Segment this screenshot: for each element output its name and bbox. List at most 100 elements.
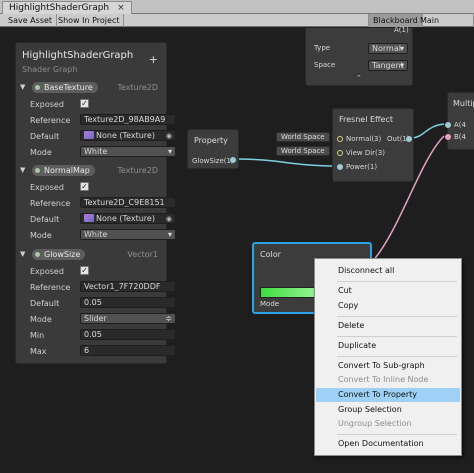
menu-item-ungroup-selection: Ungroup Selection [338,419,412,428]
color-swatch[interactable] [260,287,320,298]
collapse-chevron-icon[interactable]: ⌃ [356,74,362,82]
default-row: Default None (Texture) ◉ [16,129,176,143]
menu-item-group-selection[interactable]: Group Selection [316,403,460,417]
menu-item-convert-to-property[interactable]: Convert To Property [316,388,460,402]
viewdir-input-port[interactable] [337,150,343,156]
multiply-node[interactable]: Multip A(4 B(4 [445,92,474,150]
context-menu: Disconnect all Cut Copy Delete Duplicate… [314,258,462,456]
property-type: Texture2D [117,166,158,175]
reference-field[interactable]: Texture2D_C9E8151 [80,197,176,208]
normal-input-label: Normal(3) [346,135,382,143]
mode-dropdown-value: Slider [84,314,107,323]
mode-row: Mode Slider [16,312,176,326]
menu-item-disconnect-all[interactable]: Disconnect all [316,264,460,278]
min-field[interactable]: 0.05 [80,329,176,340]
property-node-output-label: GlowSize(1) [192,157,234,165]
property-type: Vector1 [127,250,158,259]
max-row: Max 6 [16,344,176,358]
default-value-field[interactable]: 0.05 [80,297,176,308]
mode-row: Mode White [16,228,176,242]
type-label: Type [314,44,331,52]
property-header-basetexture[interactable]: ▼ BaseTexture Texture2D [16,81,166,95]
reference-label: Reference [30,283,71,292]
property-header-glowsize[interactable]: ▼ GlowSize Vector1 [16,248,166,262]
property-name: BaseTexture [44,83,93,92]
property-output-port[interactable] [230,157,236,163]
object-picker-icon[interactable]: ◉ [166,131,172,140]
color-mode-label: Mode [260,300,280,308]
exposed-checkbox[interactable]: ✓ [80,182,89,191]
type-dropdown[interactable]: Normal [368,43,408,54]
menu-item-delete[interactable]: Delete [316,319,460,333]
blackboard-subtitle: Shader Graph [22,65,78,74]
mode-dropdown[interactable]: White [80,146,176,157]
default-texture-field[interactable]: None (Texture) ◉ [80,213,176,224]
viewdir-space-chip[interactable]: World Space [276,146,330,156]
power-input-port[interactable] [337,164,343,170]
top-node-output-label: A(1) [394,26,409,34]
menu-separator [337,356,457,357]
min-label: Min [30,331,45,340]
normal-space-chip[interactable]: World Space [276,132,330,142]
exposed-row: Exposed ✓ [16,97,166,111]
multiply-a-label: A(4 [454,121,466,129]
reference-row: Reference Vector1_7F720DDF [16,280,176,294]
default-label: Default [30,215,60,224]
expand-arrow-icon[interactable]: ▼ [20,250,25,258]
normal-input-port[interactable] [337,136,343,142]
mode-dropdown[interactable]: Slider [80,313,176,324]
exposed-checkbox[interactable]: ✓ [80,99,89,108]
default-row: Default None (Texture) ◉ [16,212,176,226]
fresnel-effect-node[interactable]: Fresnel Effect Normal(3) View Dir(3) Pow… [332,108,414,182]
power-input-label: Power(1) [346,163,378,171]
property-node[interactable]: Property GlowSize(1) [187,129,239,169]
default-row: Default 0.05 [16,296,176,310]
color-node-title: Color [260,250,281,259]
top-node[interactable]: A(1) Type Normal Space Tangent ⌃ [305,26,413,86]
edge-fresnel-to-multiply [409,123,445,139]
property-header-normalmap[interactable]: ▼ NormalMap Texture2D [16,164,166,178]
menu-separator [337,434,457,435]
property-name: NormalMap [44,166,90,175]
exposed-label: Exposed [30,183,64,192]
exposed-checkbox[interactable]: ✓ [80,266,89,275]
reference-label: Reference [30,116,71,125]
reference-field[interactable]: Texture2D_98AB9A9 [80,114,176,125]
menu-item-convert-to-subgraph[interactable]: Convert To Sub-graph [316,359,460,373]
max-field[interactable]: 6 [80,345,176,356]
mode-dropdown-value: White [84,230,108,239]
multiply-b-port[interactable] [445,134,451,140]
space-dropdown[interactable]: Tangent [368,60,408,71]
multiply-node-title: Multip [453,99,474,108]
type-dropdown-value: Normal [372,44,401,53]
exposed-row: Exposed ✓ [16,180,166,194]
property-type: Texture2D [117,83,158,92]
default-label: Default [30,132,60,141]
add-property-icon[interactable]: + [149,53,158,66]
property-pill[interactable]: NormalMap [32,165,95,176]
reference-field[interactable]: Vector1_7F720DDF [80,281,176,292]
default-texture-value: None (Texture) [96,214,155,223]
multiply-a-port[interactable] [445,122,451,128]
expand-arrow-icon[interactable]: ▼ [20,83,25,91]
expand-arrow-icon[interactable]: ▼ [20,166,25,174]
menu-item-duplicate[interactable]: Duplicate [316,339,460,353]
menu-separator [337,281,457,282]
menu-item-open-documentation[interactable]: Open Documentation [316,437,460,451]
blackboard-title: HighlightShaderGraph [22,50,134,61]
property-pill[interactable]: GlowSize [32,249,86,260]
menu-separator [337,316,457,317]
space-dropdown-value: Tangent [372,61,404,70]
fresnel-output-port[interactable] [406,136,412,142]
mode-dropdown[interactable]: White [80,229,176,240]
object-picker-icon[interactable]: ◉ [166,214,172,223]
exposed-label: Exposed [30,267,64,276]
reference-row: Reference Texture2D_98AB9A9 [16,113,176,127]
max-label: Max [30,347,47,356]
menu-item-cut[interactable]: Cut [316,284,460,298]
menu-item-copy[interactable]: Copy [316,299,460,313]
property-node-title: Property [194,136,228,145]
default-texture-field[interactable]: None (Texture) ◉ [80,130,176,141]
property-pill[interactable]: BaseTexture [32,82,98,93]
default-label: Default [30,299,60,308]
